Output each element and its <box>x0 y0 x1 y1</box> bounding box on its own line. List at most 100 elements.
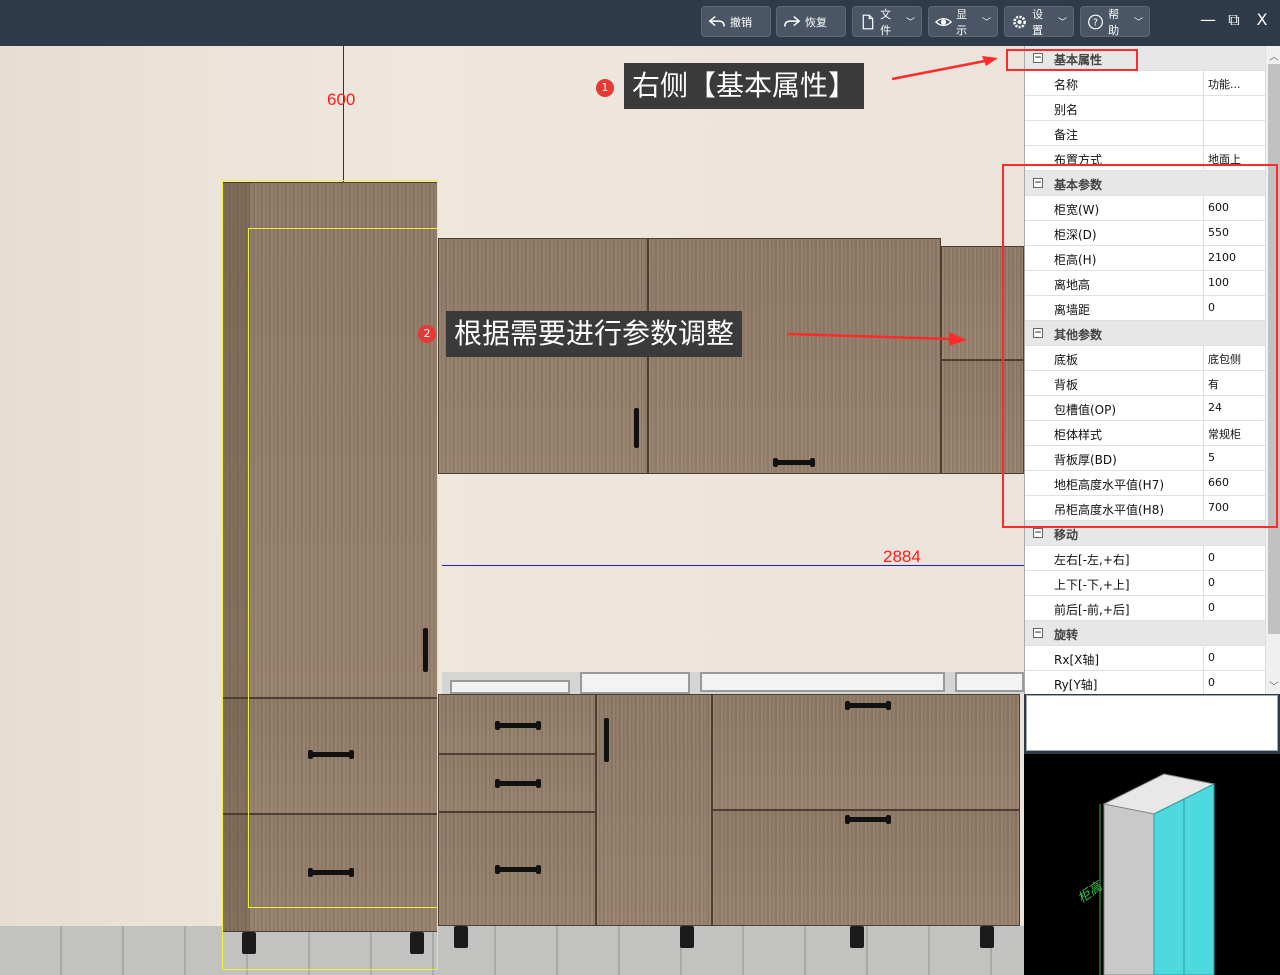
property-key: 上下[-下,+上] <box>1054 578 1130 592</box>
drawer-handle <box>308 750 354 759</box>
undo-button[interactable]: 撤销 <box>701 6 771 37</box>
property-key: 前后[-前,+后] <box>1054 603 1130 617</box>
settings-menu-button[interactable]: 设置 ﹀ <box>1004 6 1074 37</box>
scroll-down-icon[interactable]: ﹀ <box>1269 678 1279 693</box>
column-divider <box>1203 546 1204 571</box>
property-row[interactable]: 备注 <box>1025 121 1265 146</box>
drawer-handle <box>845 815 891 824</box>
property-group-rotate[interactable]: − 旋转 <box>1025 621 1265 646</box>
property-value[interactable]: 0 <box>1208 551 1215 564</box>
cabinet-leg <box>242 932 256 954</box>
property-row[interactable]: Ry[Y轴] 0 <box>1025 671 1265 694</box>
property-value[interactable]: 0 <box>1208 651 1215 664</box>
base-cabinet-door[interactable] <box>596 694 712 926</box>
drawer-handle <box>495 721 541 730</box>
property-key: 名称 <box>1054 78 1079 92</box>
callout-adjust-params: 根据需要进行参数调整 <box>446 311 743 357</box>
drawer-handle <box>845 701 891 710</box>
sink-basin <box>955 672 1024 692</box>
restore-button[interactable]: ⧉ <box>1222 10 1246 32</box>
cabinet-leg <box>980 926 994 948</box>
property-key: 备注 <box>1054 128 1079 142</box>
undo-icon <box>708 15 725 27</box>
property-row[interactable]: Rx[X轴] 0 <box>1025 646 1265 671</box>
gear-icon <box>1013 15 1026 28</box>
property-key: Ry[Y轴] <box>1054 678 1098 692</box>
chevron-down-icon: ﹀ <box>1057 18 1067 28</box>
cabinet-leg <box>850 926 864 948</box>
floor <box>0 926 1024 975</box>
width-dimension-label: 2884 <box>883 547 921 566</box>
column-divider <box>1203 596 1204 621</box>
property-row[interactable]: 别名 <box>1025 96 1265 121</box>
eye-icon <box>935 17 953 26</box>
file-icon <box>862 14 874 29</box>
height-dimension-label: 600 <box>327 90 356 109</box>
sink-basin <box>700 672 945 692</box>
file-menu-button[interactable]: 文件 ﹀ <box>852 6 922 37</box>
width-dimension-line <box>442 565 1024 566</box>
column-divider <box>1203 71 1204 96</box>
column-divider <box>1203 646 1204 671</box>
collapse-icon[interactable]: − <box>1033 528 1043 538</box>
redo-label: 恢复 <box>805 15 827 29</box>
column-divider <box>1203 671 1204 694</box>
redo-button[interactable]: 恢复 <box>776 6 846 37</box>
callout-arrow-2 <box>786 332 967 346</box>
property-value[interactable]: 0 <box>1208 601 1215 614</box>
height-dimension-line <box>343 46 344 182</box>
base-drawer-4[interactable] <box>712 694 1020 810</box>
property-value[interactable]: 0 <box>1208 676 1215 689</box>
drawer-handle <box>495 865 541 874</box>
wall-cabinet-handle <box>634 408 639 448</box>
redo-icon <box>784 15 801 27</box>
cabinet-leg <box>454 926 468 948</box>
highlight-params <box>1002 164 1278 528</box>
sink-basin <box>450 680 570 694</box>
sink-basin <box>580 672 690 694</box>
help-icon: ? <box>1088 14 1103 29</box>
settings-label: 设置 <box>1032 7 1044 37</box>
drawer-handle <box>495 779 541 788</box>
display-label: 显示 <box>956 7 968 37</box>
callout-arrow-1 <box>891 56 998 81</box>
help-label: 帮助 <box>1108 7 1120 37</box>
wall-corner <box>0 46 220 975</box>
property-row[interactable]: 上下[-下,+上] 0 <box>1025 571 1265 596</box>
tall-cabinet-handle <box>423 628 428 672</box>
top-toolbar: 撤销 恢复 文件 ﹀ 显示 ﹀ 设置 ﹀ ? 帮助 ﹀ — ⧉ X <box>0 0 1280 46</box>
property-row[interactable]: 名称 功能... <box>1025 71 1265 96</box>
close-button[interactable]: X <box>1250 10 1274 32</box>
chevron-down-icon: ﹀ <box>905 18 915 28</box>
scroll-up-icon[interactable]: ︿ <box>1269 48 1279 63</box>
file-label: 文件 <box>880 7 892 37</box>
property-row[interactable]: 左右[-左,+右] 0 <box>1025 546 1265 571</box>
property-value[interactable]: 功能... <box>1208 76 1241 92</box>
property-row[interactable]: 前后[-前,+后] 0 <box>1025 596 1265 621</box>
3d-viewport[interactable]: 600 2884 1 右侧【基本属性】 2 根据需要进行参数调整 <box>0 46 1024 975</box>
property-description-box <box>1026 695 1278 751</box>
property-key: 别名 <box>1054 103 1079 117</box>
drawer-handle <box>308 868 354 877</box>
property-key: 左右[-左,+右] <box>1054 553 1130 567</box>
svg-text:?: ? <box>1093 17 1098 28</box>
display-menu-button[interactable]: 显示 ﹀ <box>928 6 998 37</box>
column-divider <box>1203 96 1204 121</box>
cabinet-preview-drawing <box>1099 773 1216 975</box>
chevron-down-icon: ﹀ <box>981 18 991 28</box>
property-value[interactable]: 0 <box>1208 576 1215 589</box>
cabinet-leg <box>410 932 424 954</box>
cabinet-leg <box>680 926 694 948</box>
wall-cabinet-handle <box>773 458 815 467</box>
help-menu-button[interactable]: ? 帮助 ﹀ <box>1080 6 1150 37</box>
property-group-label: 移动 <box>1054 528 1079 542</box>
callout-basic-properties: 右侧【基本属性】 <box>624 63 865 109</box>
column-divider <box>1203 571 1204 596</box>
collapse-icon[interactable]: − <box>1033 628 1043 638</box>
3d-preview[interactable]: 柜高 <box>1024 754 1280 975</box>
door-handle <box>604 718 609 762</box>
minimize-button[interactable]: — <box>1196 10 1220 32</box>
undo-label: 撤销 <box>730 15 752 29</box>
step-badge: 2 <box>418 325 436 343</box>
base-drawer-5[interactable] <box>712 810 1020 926</box>
